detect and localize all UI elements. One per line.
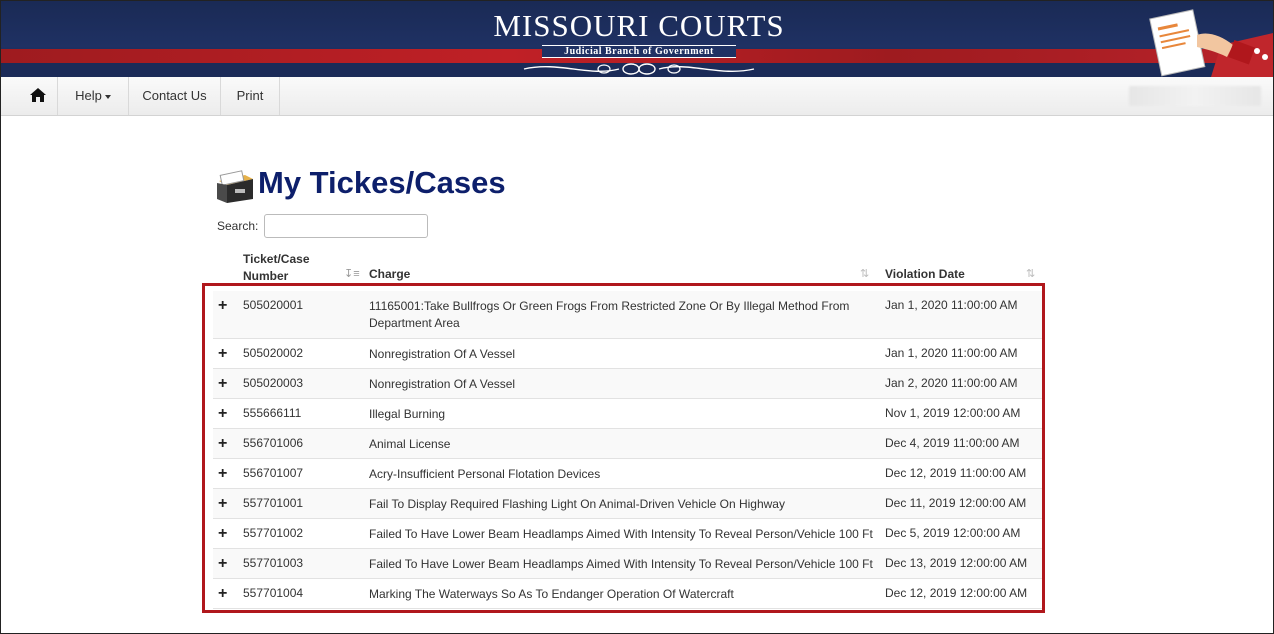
- column-header-number-line1: Ticket/Case: [243, 252, 310, 266]
- sort-descending-icon[interactable]: ↧≡: [344, 267, 360, 280]
- top-navbar: Help Contact Us Print: [1, 77, 1273, 116]
- charge-text: Animal License: [369, 437, 451, 451]
- column-header-ticket-number[interactable]: Ticket/Case Number: [243, 251, 310, 285]
- column-header-violation-date[interactable]: Violation Date: [885, 267, 965, 281]
- case-number[interactable]: 557701004: [243, 586, 303, 600]
- charge-text: Nonregistration Of A Vessel: [369, 347, 516, 361]
- violation-date: Nov 1, 2019 12:00:00 AM: [885, 406, 1021, 420]
- brand-title: MISSOURI COURTS: [493, 8, 785, 43]
- header-divider: [213, 285, 1043, 286]
- charge-text: Marking The Waterways So As To Endanger …: [369, 587, 734, 601]
- case-number[interactable]: 556701006: [243, 436, 303, 450]
- case-number[interactable]: 557701003: [243, 556, 303, 570]
- table-row[interactable]: +557701003 Failed To Have Lower Beam Head…: [213, 549, 1043, 579]
- nav-help-dropdown[interactable]: Help: [58, 77, 129, 115]
- nav-contact-label: Contact Us: [142, 88, 207, 103]
- case-number[interactable]: 505020002: [243, 346, 303, 360]
- violation-date: Dec 12, 2019 12:00:00 AM: [885, 586, 1028, 600]
- table-row[interactable]: +557701001 Fail To Display Required Flash…: [213, 489, 1043, 519]
- flourish-ornament-icon: [523, 63, 755, 75]
- charge-text: Failed To Have Lower Beam Headlamps Aime…: [369, 557, 873, 571]
- table-row[interactable]: +557701004 Marking The Waterways So As To…: [213, 579, 1043, 609]
- expand-row-icon[interactable]: +: [218, 298, 227, 314]
- charge-text: Failed To Have Lower Beam Headlamps Aime…: [369, 527, 873, 541]
- expand-row-icon[interactable]: +: [218, 466, 227, 482]
- table-row[interactable]: +556701007 Acry-Insufficient Personal Flo…: [213, 459, 1043, 489]
- expand-row-icon[interactable]: +: [218, 586, 227, 602]
- column-header-number-line2: Number: [243, 269, 289, 283]
- nav-contact-us[interactable]: Contact Us: [129, 77, 221, 115]
- charge-text: Nonregistration Of A Vessel: [369, 377, 516, 391]
- charge-text: Fail To Display Required Flashing Light …: [369, 497, 785, 511]
- case-number[interactable]: 557701002: [243, 526, 303, 540]
- expand-row-icon[interactable]: +: [218, 346, 227, 362]
- table-row[interactable]: +556701006 Animal License Dec 4, 2019 11:0…: [213, 429, 1043, 459]
- violation-date: Dec 13, 2019 12:00:00 AM: [885, 556, 1028, 570]
- violation-date: Dec 11, 2019 12:00:00 AM: [885, 496, 1027, 510]
- case-number[interactable]: 556701007: [243, 466, 303, 480]
- charge-text: 11165001:Take Bullfrogs Or Green Frogs F…: [369, 299, 850, 330]
- table-row[interactable]: +555666111 Illegal Burning Nov 1, 2019 12:…: [213, 399, 1043, 429]
- sort-icon[interactable]: ⇅: [860, 267, 869, 280]
- nav-print-label: Print: [236, 88, 264, 103]
- header-banner: MISSOURI COURTS Judicial Branch of Gover…: [1, 1, 1273, 77]
- expand-row-icon[interactable]: +: [218, 526, 227, 542]
- file-cabinet-icon: [217, 170, 253, 203]
- column-header-charge[interactable]: Charge: [369, 267, 410, 281]
- charge-text: Acry-Insufficient Personal Flotation Dev…: [369, 467, 601, 481]
- violation-date: Jan 1, 2020 11:00:00 AM: [885, 346, 1018, 360]
- table-row[interactable]: +557701002 Failed To Have Lower Beam Head…: [213, 519, 1043, 549]
- document-signing-icon: [1149, 9, 1273, 77]
- violation-date: Dec 12, 2019 11:00:00 AM: [885, 466, 1027, 480]
- caret-down-icon: [104, 94, 111, 99]
- expand-row-icon[interactable]: +: [218, 556, 227, 572]
- app-frame: MISSOURI COURTS Judicial Branch of Gover…: [0, 0, 1274, 634]
- violation-date: Dec 5, 2019 12:00:00 AM: [885, 526, 1021, 540]
- expand-row-icon[interactable]: +: [218, 436, 227, 452]
- nav-home[interactable]: [19, 77, 58, 115]
- nav-help-label: Help: [75, 88, 102, 103]
- search-input[interactable]: [264, 214, 428, 238]
- case-number[interactable]: 505020001: [243, 298, 303, 312]
- sort-icon[interactable]: ⇅: [1026, 267, 1035, 280]
- brand-subtitle: Judicial Branch of Government: [542, 45, 736, 58]
- cases-table-body: +505020001 11165001:Take Bullfrogs Or Gre…: [213, 291, 1043, 609]
- page-title: My Tickes/Cases: [258, 165, 506, 200]
- case-number[interactable]: 557701001: [243, 496, 303, 510]
- charge-text: Illegal Burning: [369, 407, 446, 421]
- violation-date: Jan 1, 2020 11:00:00 AM: [885, 298, 1018, 312]
- home-icon: [30, 88, 46, 103]
- search-label: Search:: [217, 219, 259, 233]
- blurred-user-info: [1129, 86, 1261, 106]
- brand-logo[interactable]: MISSOURI COURTS Judicial Branch of Gover…: [493, 8, 785, 77]
- table-row[interactable]: +505020003 Nonregistration Of A Vessel Jan…: [213, 369, 1043, 399]
- table-row[interactable]: +505020002 Nonregistration Of A Vessel Jan…: [213, 339, 1043, 369]
- violation-date: Dec 4, 2019 11:00:00 AM: [885, 436, 1020, 450]
- nav-print[interactable]: Print: [221, 77, 280, 115]
- expand-row-icon[interactable]: +: [218, 376, 227, 392]
- expand-row-icon[interactable]: +: [218, 496, 227, 512]
- case-number[interactable]: 555666111: [243, 406, 301, 420]
- case-number[interactable]: 505020003: [243, 376, 303, 390]
- table-row[interactable]: +505020001 11165001:Take Bullfrogs Or Gre…: [213, 291, 1043, 339]
- expand-row-icon[interactable]: +: [218, 406, 227, 422]
- violation-date: Jan 2, 2020 11:00:00 AM: [885, 376, 1018, 390]
